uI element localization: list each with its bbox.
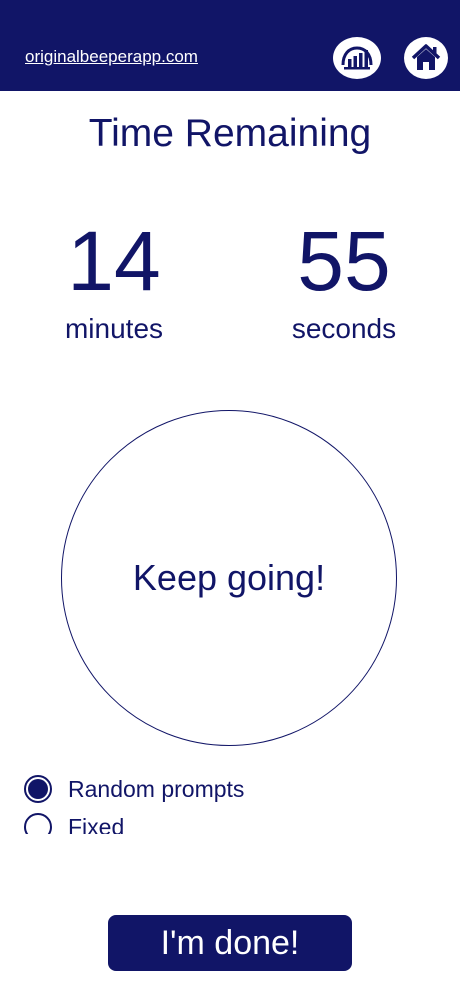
radio-selected-dot [28, 779, 48, 799]
radio-random-prompts[interactable] [24, 775, 52, 803]
status-circle: Keep going! [61, 410, 397, 746]
seconds-label: seconds [291, 313, 397, 344]
site-link[interactable]: originalbeeperapp.com [25, 47, 198, 67]
minutes-label: minutes [64, 313, 164, 344]
page-title: Time Remaining [88, 112, 372, 155]
option-label: Random prompts [68, 775, 245, 802]
home-button[interactable] [404, 37, 448, 79]
top-bar: originalbeeperapp.com [0, 0, 460, 91]
status-message: Keep going! [132, 557, 326, 598]
home-icon [411, 44, 441, 70]
stats-button[interactable] [333, 37, 381, 79]
timer-screen: originalbeeperapp.com Time Remaining 14 … [0, 0, 460, 996]
option-random-prompts[interactable]: Random prompts [24, 770, 444, 808]
option-fixed[interactable]: Fixed [24, 808, 444, 834]
option-label: Fixed [68, 813, 125, 835]
minutes-value: 14 [67, 214, 161, 308]
done-button[interactable]: I'm done! [108, 915, 352, 971]
radio-fixed[interactable] [24, 813, 52, 834]
prompt-mode-options: Random prompts Fixed [24, 770, 444, 834]
bar-chart-icon [341, 46, 373, 70]
seconds-value: 55 [297, 214, 391, 308]
